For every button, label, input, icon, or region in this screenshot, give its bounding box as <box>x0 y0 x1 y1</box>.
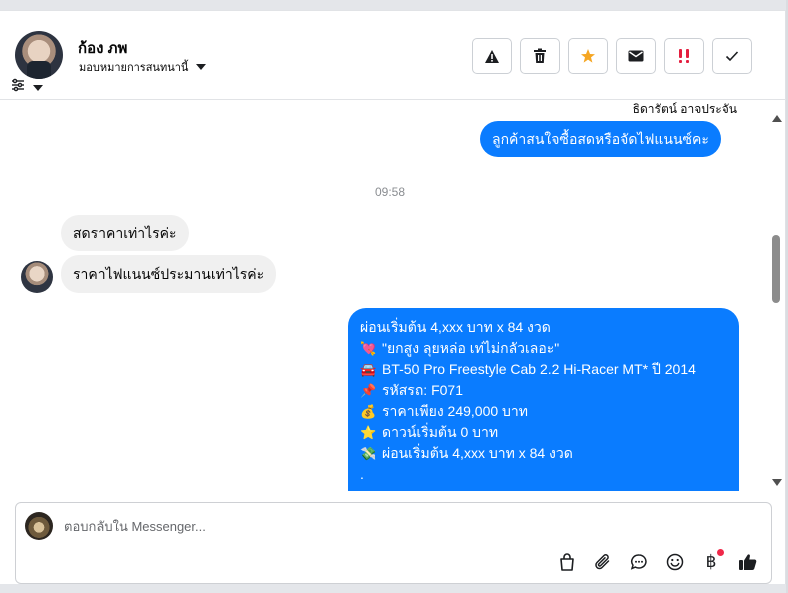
reply-input[interactable] <box>64 515 744 537</box>
report-button[interactable] <box>472 38 512 74</box>
filter-dropdown[interactable] <box>11 78 43 97</box>
check-icon <box>725 51 739 62</box>
pushpin-icon: 📌 <box>360 383 377 398</box>
contact-avatar[interactable] <box>15 31 63 79</box>
shopping-bag-icon[interactable] <box>555 550 579 574</box>
message-text: ราคาไฟแนนซ์ประมานเท่าไรค่ะ <box>73 266 265 282</box>
warning-icon <box>485 49 499 63</box>
outgoing-message-listing[interactable]: ผ่อนเริ่มต้น 4,xxx บาท x 84 งวด 💘 "ยกสูง … <box>348 308 739 491</box>
message-timestamp: 09:58 <box>374 185 406 199</box>
message-text: สดราคาเท่าไรค่ะ <box>73 225 177 241</box>
sender-name: ธิดารัตน์ อาจประจัน <box>632 102 737 116</box>
star-emoji-icon: ⭐ <box>360 425 377 440</box>
conversation-header: ก้อง ภพ มอบหมายการสนทนานี้ <box>0 11 786 100</box>
assign-label: มอบหมายการสนทนานี้ <box>79 62 189 74</box>
assign-conversation-dropdown[interactable]: มอบหมายการสนทนานี้ <box>79 58 207 76</box>
exclamation-icon <box>679 49 689 63</box>
chevron-down-icon <box>33 84 43 91</box>
message-line: 🚘 BT-50 Pro Freestyle Cab 2.2 Hi-Racer MT… <box>360 359 727 380</box>
message-line: 📌 รหัสรถ: F071 <box>360 380 727 401</box>
message-thread: ธิดารัตน์ อาจประจัน ลูกค้าสนใจซื้อสดหรือ… <box>0 101 770 491</box>
baht-symbol: ฿ <box>705 552 717 572</box>
message-line: ⭐ ดาวน์เริ่มต้น 0 บาท <box>360 422 727 443</box>
follow-up-button[interactable] <box>664 38 704 74</box>
scrollbar-thumb[interactable] <box>772 235 780 303</box>
thumbs-up-icon[interactable] <box>735 550 759 574</box>
car-icon: 🚘 <box>360 362 377 377</box>
sliders-icon <box>11 78 25 97</box>
contact-name[interactable]: ก้อง ภพ <box>78 36 127 60</box>
mark-done-button[interactable] <box>712 38 752 74</box>
baht-payment-icon[interactable]: ฿ <box>699 549 724 574</box>
incoming-message[interactable]: ราคาไฟแนนซ์ประมานเท่าไรค่ะ <box>61 255 277 293</box>
scroll-up-arrow-icon[interactable] <box>772 115 782 122</box>
incoming-message[interactable]: สดราคาเท่าไรค่ะ <box>61 215 189 251</box>
reply-composer: ฿ <box>15 502 772 584</box>
conversation-actions <box>472 38 752 74</box>
money-wings-icon: 💸 <box>360 446 377 461</box>
scroll-down-arrow-icon[interactable] <box>772 479 782 486</box>
message-text: ลูกค้าสนใจซื้อสดหรือจัดไฟแนนซ์คะ <box>492 131 709 147</box>
message-line: ผ่อนเริ่มต้น 4,xxx บาท x 84 งวด <box>360 319 551 335</box>
trash-icon <box>534 48 546 63</box>
inbox-conversation-panel: ก้อง ภพ มอบหมายการสนทนานี้ ธิดารัตน์ อาจ… <box>0 10 786 584</box>
message-line: 💘 "ยกสูง ลุยหล่อ เท่ไม่กลัวเลอะ" <box>360 338 727 359</box>
chevron-down-icon <box>196 64 207 70</box>
message-line: 💰 ราคาเพียง 249,000 บาท <box>360 401 727 422</box>
heart-arrow-icon: 💘 <box>360 341 377 356</box>
notification-dot <box>717 549 724 556</box>
star-button[interactable] <box>568 38 608 74</box>
message-line: 💸 ผ่อนเริ่มต้น 4,xxx บาท x 84 งวด <box>360 443 727 464</box>
message-line: . <box>360 466 364 482</box>
composer-tools: ฿ <box>555 549 759 574</box>
contact-avatar-small[interactable] <box>21 261 53 293</box>
star-icon <box>581 49 595 63</box>
saved-reply-icon[interactable] <box>627 550 651 574</box>
emoji-icon[interactable] <box>663 550 687 574</box>
money-bag-icon: 💰 <box>360 404 377 419</box>
paperclip-icon[interactable] <box>591 550 615 574</box>
delete-button[interactable] <box>520 38 560 74</box>
mark-unread-button[interactable] <box>616 38 656 74</box>
envelope-icon <box>628 50 644 62</box>
outgoing-message[interactable]: ลูกค้าสนใจซื้อสดหรือจัดไฟแนนซ์คะ <box>480 121 721 157</box>
page-avatar <box>25 512 53 540</box>
